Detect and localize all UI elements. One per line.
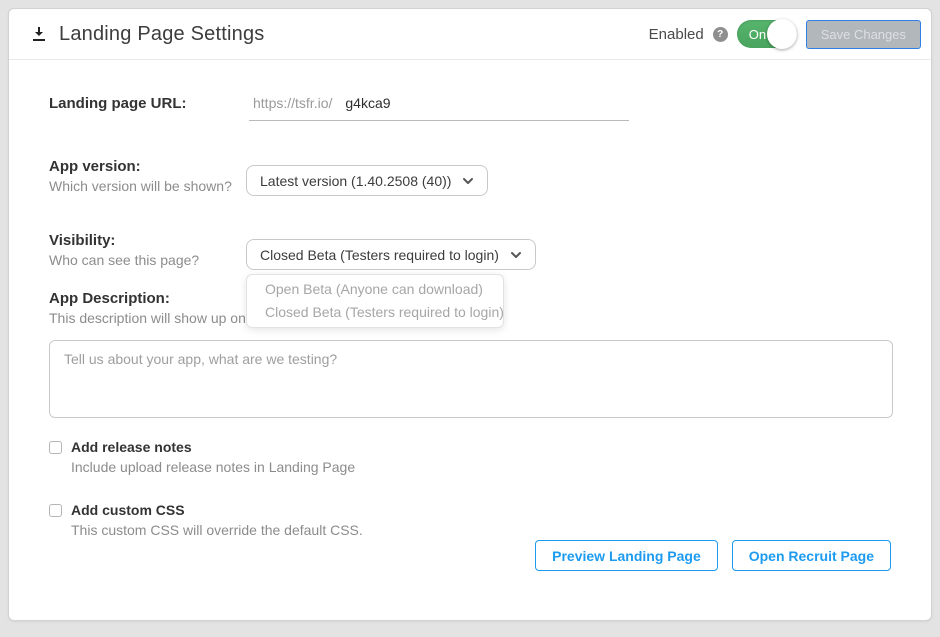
landing-url-prefix: https://tsfr.io/ — [253, 95, 332, 111]
app-version-label: App version: — [49, 158, 246, 175]
footer-buttons-row: Preview Landing Page Open Recruit Page — [49, 540, 891, 571]
custom-css-hint: This custom CSS will override the defaul… — [71, 522, 891, 538]
visibility-dropdown-menu: Open Beta (Anyone can download) Closed B… — [246, 274, 504, 328]
landing-page-settings-panel: Landing Page Settings Enabled ? On Save … — [8, 8, 932, 621]
visibility-row: Visibility: Who can see this page? Close… — [49, 232, 891, 270]
release-notes-hint: Include upload release notes in Landing … — [71, 459, 891, 475]
visibility-select-wrap: Closed Beta (Testers required to login) … — [246, 232, 536, 270]
download-icon — [31, 26, 47, 42]
app-version-select[interactable]: Latest version (1.40.2508 (40)) — [246, 165, 488, 196]
custom-css-label[interactable]: Add custom CSS — [71, 502, 185, 518]
header-left: Landing Page Settings — [31, 23, 264, 46]
panel-header: Landing Page Settings Enabled ? On Save … — [9, 9, 931, 60]
visibility-option-closed-beta[interactable]: Closed Beta (Testers required to login) — [247, 301, 503, 324]
visibility-hint: Who can see this page? — [49, 252, 246, 268]
landing-url-row: Landing page URL: https://tsfr.io/ g4kca… — [49, 93, 891, 121]
custom-css-checkbox[interactable] — [49, 504, 62, 517]
help-icon[interactable]: ? — [713, 27, 728, 42]
visibility-select[interactable]: Closed Beta (Testers required to login) — [246, 239, 536, 270]
landing-url-label: Landing page URL: — [49, 93, 249, 121]
toggle-state-label: On — [749, 27, 766, 42]
enabled-toggle[interactable]: On — [737, 20, 797, 48]
header-right: Enabled ? On Save Changes — [649, 20, 921, 49]
chevron-down-icon — [510, 249, 522, 261]
panel-content: Landing page URL: https://tsfr.io/ g4kca… — [9, 93, 931, 571]
release-notes-group: Add release notes Include upload release… — [49, 439, 891, 475]
chevron-down-icon — [462, 175, 474, 187]
release-notes-checkbox[interactable] — [49, 441, 62, 454]
app-version-label-col: App version: Which version will be shown… — [49, 158, 246, 194]
app-description-textarea[interactable] — [49, 340, 893, 418]
preview-landing-page-button[interactable]: Preview Landing Page — [535, 540, 718, 571]
custom-css-line: Add custom CSS — [49, 502, 891, 518]
custom-css-group: Add custom CSS This custom CSS will over… — [49, 502, 891, 538]
app-version-hint: Which version will be shown? — [49, 178, 246, 194]
visibility-label-col: Visibility: Who can see this page? — [49, 232, 246, 268]
open-recruit-page-button[interactable]: Open Recruit Page — [732, 540, 891, 571]
landing-url-value[interactable]: g4kca9 — [345, 95, 390, 111]
release-notes-line: Add release notes — [49, 439, 891, 455]
app-version-row: App version: Which version will be shown… — [49, 158, 891, 196]
save-changes-button[interactable]: Save Changes — [806, 20, 921, 49]
toggle-knob[interactable] — [767, 19, 797, 49]
visibility-selected-value: Closed Beta (Testers required to login) — [260, 247, 499, 263]
visibility-option-open-beta[interactable]: Open Beta (Anyone can download) — [247, 278, 503, 301]
page-title: Landing Page Settings — [59, 23, 264, 46]
landing-url-field[interactable]: https://tsfr.io/ g4kca9 — [249, 93, 629, 121]
enabled-label: Enabled — [649, 26, 704, 43]
app-version-selected-value: Latest version (1.40.2508 (40)) — [260, 173, 451, 189]
release-notes-label[interactable]: Add release notes — [71, 439, 192, 455]
visibility-label: Visibility: — [49, 232, 246, 249]
